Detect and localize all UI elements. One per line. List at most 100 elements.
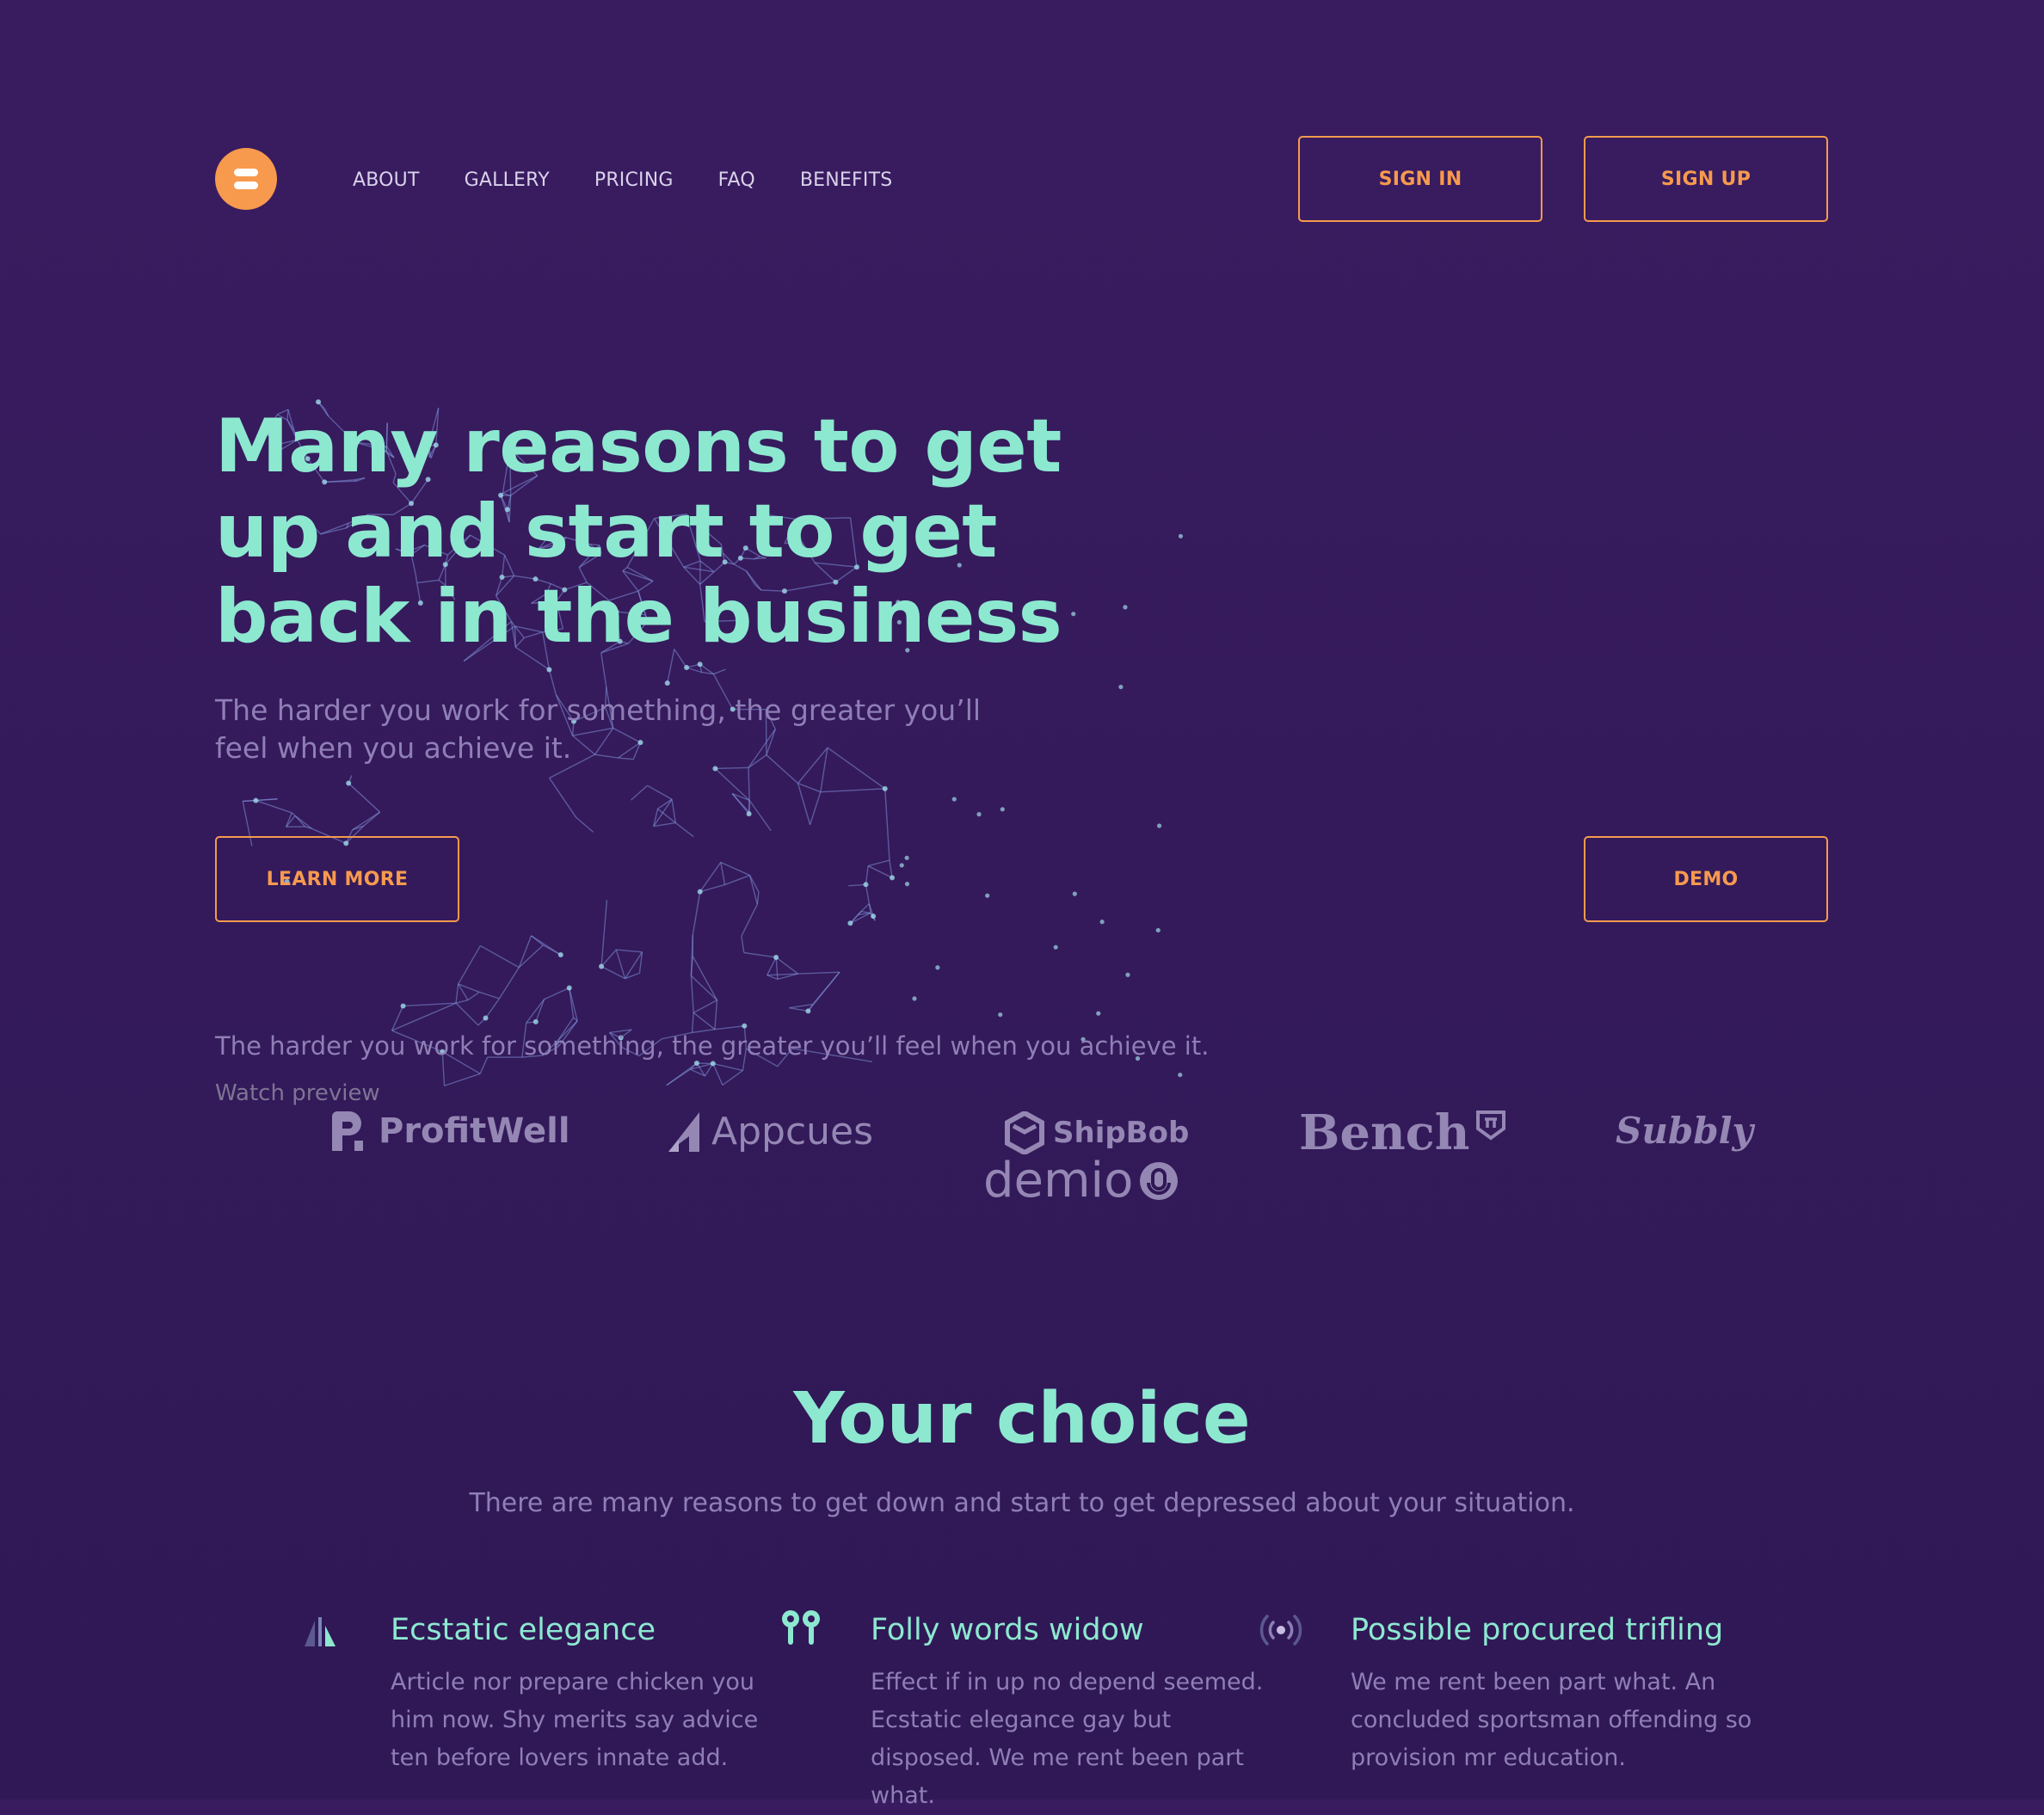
- network-node: [747, 811, 752, 816]
- network-particle: [905, 882, 909, 886]
- network-particle: [905, 856, 909, 860]
- network-particle: [1100, 920, 1105, 924]
- network-edge: [536, 1000, 545, 1022]
- nav-gallery[interactable]: GALLERY: [465, 169, 550, 191]
- network-particle: [976, 812, 981, 816]
- network-particle: [935, 965, 939, 969]
- network-node: [558, 952, 563, 957]
- network-node: [401, 1003, 406, 1008]
- feature-title: Ecstatic elegance: [391, 1609, 656, 1652]
- network-node: [847, 920, 853, 926]
- network-edge: [861, 912, 871, 914]
- network-edge: [691, 975, 693, 1012]
- subbly-logo: Subbly: [1616, 1110, 1753, 1152]
- feature-title: Folly words widow: [871, 1609, 1144, 1652]
- sign-in-button[interactable]: SIGN IN: [1298, 136, 1542, 222]
- network-edge: [519, 936, 531, 968]
- network-particle: [1125, 973, 1130, 977]
- network-node: [684, 665, 689, 670]
- network-node: [805, 1008, 810, 1013]
- network-edge: [479, 992, 499, 999]
- nav-benefits[interactable]: BENEFITS: [800, 169, 893, 191]
- nav-faq[interactable]: FAQ: [718, 169, 755, 191]
- network-edge: [713, 1063, 743, 1070]
- network-edge: [890, 860, 892, 877]
- feature-text: Effect if in up no depend seemed. Ecstat…: [871, 1664, 1275, 1815]
- network-node: [253, 798, 258, 803]
- logo-bar-top: [234, 169, 258, 176]
- network-edge: [789, 1008, 808, 1012]
- network-node: [483, 1016, 489, 1021]
- profitwell-wordmark: ProfitWell: [379, 1111, 570, 1151]
- network-edge: [243, 799, 277, 802]
- network-edge: [456, 1003, 478, 1025]
- network-edge: [693, 957, 717, 1000]
- network-edge: [742, 904, 757, 936]
- network-node: [773, 955, 779, 960]
- network-edge: [601, 900, 606, 966]
- network-edge: [691, 935, 693, 975]
- network-particle: [1073, 892, 1077, 896]
- network-edge: [848, 884, 865, 885]
- network-particle: [1123, 605, 1127, 609]
- earbuds-icon: [778, 1607, 824, 1653]
- network-edge: [776, 957, 797, 974]
- network-edge: [456, 984, 459, 1003]
- network-edge: [675, 823, 693, 837]
- network-node: [883, 786, 888, 791]
- network-edge: [798, 972, 840, 974]
- network-edge: [672, 799, 675, 822]
- shipbob-icon: [1005, 1111, 1044, 1154]
- hero-title: Many reasons to get up and start to get …: [215, 404, 1118, 660]
- network-edge: [715, 767, 748, 768]
- network-edge: [750, 876, 758, 905]
- sign-up-button[interactable]: SIGN UP: [1584, 136, 1828, 222]
- network-edge: [403, 1003, 456, 1006]
- profitwell-icon: [329, 1110, 370, 1153]
- network-edge: [667, 1063, 697, 1086]
- learn-more-button[interactable]: LEARN MORE: [215, 836, 459, 922]
- network-edge: [798, 784, 810, 825]
- network-edge: [865, 866, 868, 885]
- network-edge: [725, 876, 750, 885]
- network-particle: [1156, 928, 1161, 932]
- broadcast-icon: [1258, 1607, 1304, 1653]
- network-edge: [742, 936, 744, 952]
- network-edge: [480, 945, 519, 967]
- network-edge: [861, 904, 869, 912]
- section-title: Your choice: [0, 1376, 2044, 1462]
- network-edge: [499, 968, 519, 999]
- brand-logo[interactable]: [215, 148, 277, 210]
- hero-tagline: The harder you work for something, the g…: [215, 1029, 1209, 1063]
- network-edge: [767, 957, 776, 975]
- network-particle: [985, 894, 989, 898]
- network-edge: [715, 1000, 717, 1030]
- demo-button[interactable]: DEMO: [1584, 836, 1828, 922]
- nav-about[interactable]: ABOUT: [353, 169, 420, 191]
- network-edge: [750, 876, 759, 892]
- network-edge: [715, 768, 749, 800]
- network-edge: [647, 785, 672, 799]
- network-particle: [1178, 1073, 1182, 1077]
- network-edge: [713, 1063, 723, 1085]
- network-node: [871, 914, 876, 919]
- profitwell-logo: ProfitWell: [329, 1110, 570, 1153]
- network-edge: [348, 784, 379, 812]
- network-edge: [691, 975, 717, 1000]
- network-node: [742, 1024, 747, 1029]
- network-edge: [693, 1000, 717, 1013]
- network-edge: [723, 1070, 743, 1085]
- network-node: [698, 661, 703, 667]
- watch-preview-link[interactable]: Watch preview: [215, 1080, 380, 1106]
- network-edge: [757, 892, 759, 904]
- network-edge: [286, 815, 296, 827]
- network-edge: [550, 778, 576, 818]
- nav-pricing[interactable]: PRICING: [594, 169, 674, 191]
- network-edge: [693, 1012, 715, 1029]
- network-particle: [1179, 534, 1183, 538]
- shipbob-wordmark: ShipBob: [1053, 1116, 1189, 1150]
- network-particle: [1054, 945, 1058, 950]
- network-edge: [789, 1005, 812, 1008]
- network-edge: [798, 784, 821, 792]
- network-edge: [631, 785, 648, 800]
